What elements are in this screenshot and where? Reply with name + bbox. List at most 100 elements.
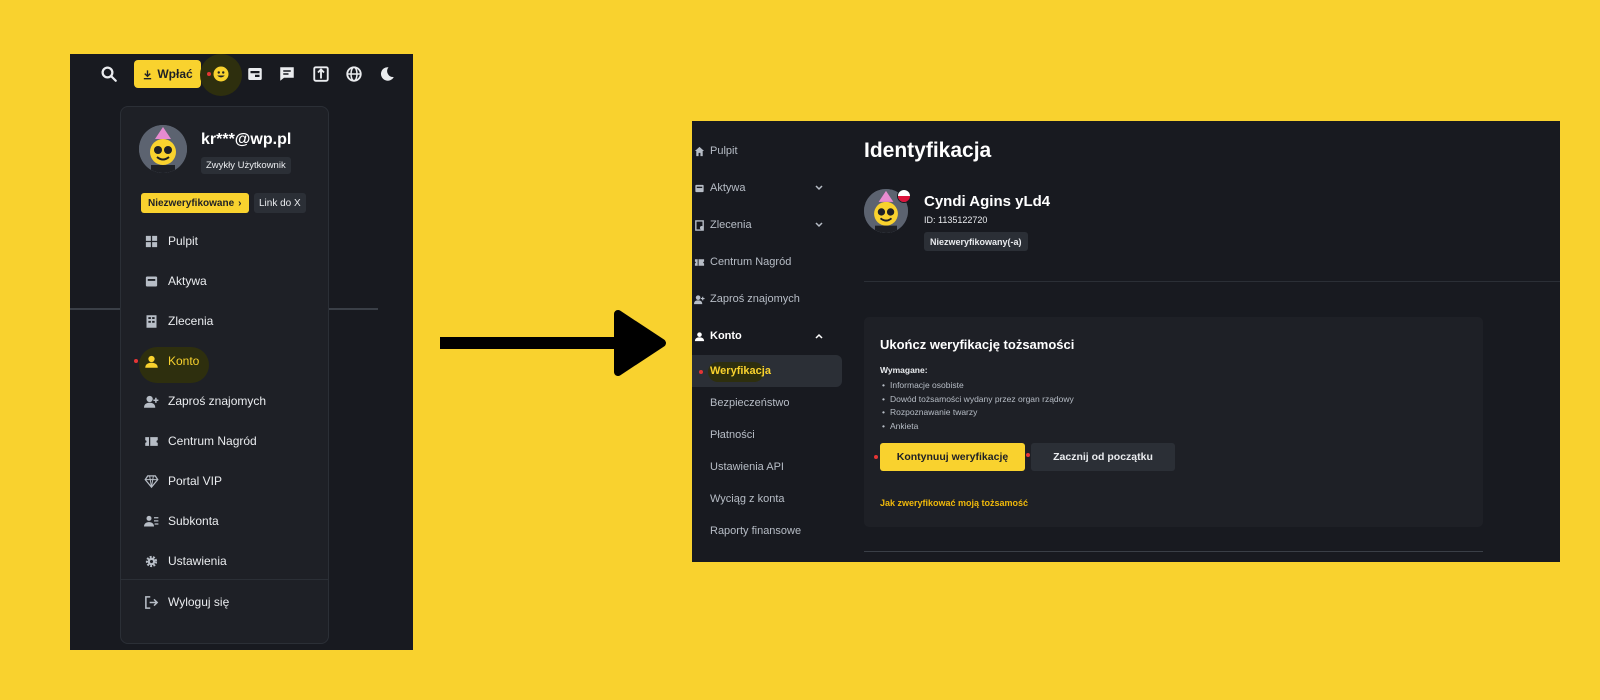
user-icon xyxy=(694,330,706,342)
menu-item-centrum-nagrod[interactable]: Centrum Nagród xyxy=(121,427,330,455)
sidebar-item-centrum-nagrod[interactable]: Centrum Nagród xyxy=(692,252,842,272)
menu-item-aktywa[interactable]: Aktywa xyxy=(121,267,330,295)
sidebar-item-label: Konto xyxy=(710,330,742,342)
dashboard-icon xyxy=(143,233,159,249)
user-email: kr***@wp.pl xyxy=(201,131,292,148)
sidebar-subitem-raporty[interactable]: Raporty finansowe xyxy=(692,521,842,541)
chevron-up-icon xyxy=(815,333,823,339)
section-divider xyxy=(864,551,1483,552)
sidebar-item-konto[interactable]: Konto xyxy=(692,326,842,346)
link-x-button[interactable]: Link do X xyxy=(254,193,306,213)
menu-item-zlecenia[interactable]: Zlecenia xyxy=(121,307,330,335)
chevron-down-icon xyxy=(815,185,823,191)
list-item: Rozpoznawanie twarzy xyxy=(882,406,1074,420)
sidebar-subitem-label: Bezpieczeństwo xyxy=(710,397,790,409)
poland-flag-icon xyxy=(897,189,911,203)
globe-icon[interactable] xyxy=(343,63,365,85)
chevron-right-icon: › xyxy=(238,197,242,209)
diamond-icon xyxy=(143,473,159,489)
profile-id: ID: 1135122720 xyxy=(924,215,988,225)
sidebar-item-zlecenia[interactable]: Zlecenia xyxy=(692,215,842,235)
list-item: Dowód tożsamości wydany przez organ rząd… xyxy=(882,393,1074,407)
menu-item-label: Zaproś znajomych xyxy=(168,394,267,408)
user-icon xyxy=(143,353,159,369)
menu-separator xyxy=(121,579,328,580)
sidebar-subitem-weryfikacja[interactable]: Weryfikacja xyxy=(692,361,842,381)
sidebar-item-aktywa[interactable]: Aktywa xyxy=(692,178,842,198)
menu-item-konto[interactable]: Konto xyxy=(121,347,330,375)
left-screenshot-panel: Wpłać kr***@wp.pl Zwykły Użytkownik Niez xyxy=(70,54,413,650)
sidebar-item-label: Centrum Nagród xyxy=(710,256,792,268)
card-title: Ukończ weryfikację tożsamości xyxy=(880,337,1075,352)
menu-item-ustawienia[interactable]: Ustawienia xyxy=(121,547,330,575)
sidebar-item-label: Zaproś znajomych xyxy=(710,293,800,305)
sidebar-item-pulpit[interactable]: Pulpit xyxy=(692,141,842,161)
restart-verification-button[interactable]: Zacznij od początku xyxy=(1031,443,1175,471)
requirements-list: Informacje osobiste Dowód tożsamości wyd… xyxy=(882,379,1074,433)
avatar xyxy=(139,125,187,173)
wallet-icon[interactable] xyxy=(244,63,266,85)
home-icon xyxy=(694,145,706,157)
continue-verification-button[interactable]: Kontynuuj weryfikację xyxy=(880,443,1025,471)
menu-item-label: Ustawienia xyxy=(168,554,227,568)
message-icon[interactable] xyxy=(276,63,298,85)
unverified-label: Niezweryfikowane xyxy=(148,197,235,209)
menu-item-label: Centrum Nagród xyxy=(168,434,257,448)
add-user-icon xyxy=(694,293,706,305)
menu-item-portal-vip[interactable]: Portal VIP xyxy=(121,467,330,495)
logout-icon xyxy=(143,594,159,610)
moon-icon[interactable] xyxy=(376,63,398,85)
user-role-badge: Zwykły Użytkownik xyxy=(201,157,291,174)
menu-item-label: Subkonta xyxy=(168,514,219,528)
verification-card: Ukończ weryfikację tożsamości Wymagane: … xyxy=(864,317,1483,527)
verification-help-link[interactable]: Jak zweryfikować moją tożsamość xyxy=(880,498,1028,508)
sidebar-subitem-label: Raporty finansowe xyxy=(710,525,802,537)
profile-icon[interactable] xyxy=(210,63,232,85)
orders-icon xyxy=(143,313,159,329)
verification-status-badge: Niezweryfikowany(-a) xyxy=(924,232,1028,251)
menu-item-subkonta[interactable]: Subkonta xyxy=(121,507,330,535)
transfer-icon[interactable] xyxy=(310,63,332,85)
ticket-icon xyxy=(694,256,706,268)
account-dropdown-menu: kr***@wp.pl Zwykły Użytkownik Niezweryfi… xyxy=(120,106,329,644)
menu-item-label: Pulpit xyxy=(168,234,199,248)
sidebar-subitem-bezpieczenstwo[interactable]: Bezpieczeństwo xyxy=(692,393,842,413)
menu-item-label: Wyloguj się xyxy=(168,595,230,609)
sidebar-item-zapros-znajomych[interactable]: Zaproś znajomych xyxy=(692,289,842,309)
menu-item-label: Aktywa xyxy=(168,274,207,288)
sidebar-subitem-label: Weryfikacja xyxy=(710,365,771,377)
menu-item-label: Konto xyxy=(168,354,200,368)
list-item: Informacje osobiste xyxy=(882,379,1074,393)
chevron-down-icon xyxy=(815,222,823,228)
unverified-button[interactable]: Niezweryfikowane › xyxy=(141,193,249,213)
menu-item-wyloguj[interactable]: Wyloguj się xyxy=(121,588,330,616)
sidebar-subitem-ustawienia-api[interactable]: Ustawienia API xyxy=(692,457,842,477)
ticket-icon xyxy=(143,433,159,449)
wallet-icon xyxy=(143,273,159,289)
menu-item-zapros-znajomych[interactable]: Zaproś znajomych xyxy=(121,387,330,415)
right-screenshot-panel: Pulpit Aktywa Zlecenia Centrum Nagród Za… xyxy=(692,121,1560,562)
download-icon xyxy=(144,69,152,79)
sidebar-item-label: Aktywa xyxy=(710,182,746,194)
menu-item-label: Portal VIP xyxy=(168,474,223,488)
sidebar-item-label: Pulpit xyxy=(710,145,738,157)
subaccount-icon xyxy=(143,513,159,529)
search-icon[interactable] xyxy=(98,63,120,85)
transition-arrow-icon xyxy=(440,310,666,376)
sidebar-subitem-label: Wyciąg z konta xyxy=(710,493,785,505)
list-item: Ankieta xyxy=(882,420,1074,434)
orders-icon xyxy=(694,219,706,231)
sidebar-subitem-label: Ustawienia API xyxy=(710,461,784,473)
profile-name: Cyndi Agins yLd4 xyxy=(924,193,1051,210)
top-navigation-bar: Wpłać xyxy=(70,54,413,96)
page-title: Identyfikacja xyxy=(864,139,992,162)
sidebar-subitem-label: Płatności xyxy=(710,429,755,441)
section-divider xyxy=(864,281,1560,282)
gear-icon xyxy=(143,553,159,569)
sidebar-subitem-wyciag[interactable]: Wyciąg z konta xyxy=(692,489,842,509)
add-user-icon xyxy=(143,393,159,409)
menu-item-pulpit[interactable]: Pulpit xyxy=(121,227,330,255)
sidebar-subitem-platnosci[interactable]: Płatności xyxy=(692,425,842,445)
deposit-button[interactable]: Wpłać xyxy=(134,60,201,88)
requirements-label: Wymagane: xyxy=(880,365,928,375)
